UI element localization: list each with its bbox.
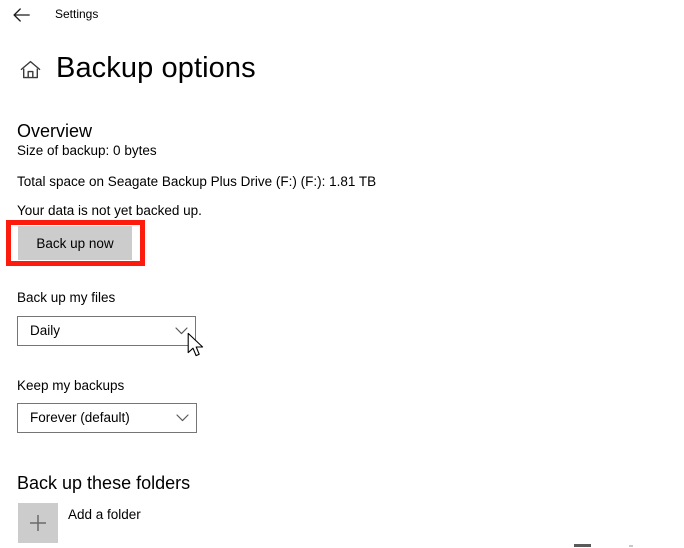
- backup-folders-heading: Back up these folders: [17, 473, 191, 493]
- add-folder-button[interactable]: [18, 503, 58, 543]
- back-up-now-button[interactable]: Back up now: [18, 226, 132, 260]
- back-arrow-icon: [12, 8, 30, 22]
- app-title-label: Settings: [55, 7, 99, 21]
- backup-retention-dropdown[interactable]: Forever (default): [17, 403, 197, 433]
- total-space-text: Total space on Seagate Backup Plus Drive…: [17, 174, 377, 189]
- backup-status-text: Your data is not yet backed up.: [17, 203, 202, 218]
- plus-icon: [28, 513, 48, 533]
- home-icon[interactable]: [16, 56, 44, 84]
- chevron-down-icon: [168, 414, 196, 422]
- backup-frequency-value: Daily: [30, 323, 61, 338]
- back-button[interactable]: [4, 0, 38, 30]
- settings-title-bar: Settings: [0, 0, 684, 30]
- clipped-bottom-marker: [629, 545, 633, 547]
- chevron-down-icon: [167, 327, 195, 335]
- backup-frequency-label: Back up my files: [17, 290, 116, 305]
- backup-retention-value: Forever (default): [30, 410, 130, 425]
- page-title: Backup options: [56, 52, 256, 84]
- clipped-bottom-control: [574, 544, 591, 547]
- backup-retention-label: Keep my backups: [17, 378, 125, 393]
- add-folder-label[interactable]: Add a folder: [68, 506, 141, 524]
- overview-heading: Overview: [17, 121, 93, 141]
- size-of-backup-text: Size of backup: 0 bytes: [17, 143, 157, 158]
- backup-frequency-dropdown[interactable]: Daily: [17, 316, 196, 346]
